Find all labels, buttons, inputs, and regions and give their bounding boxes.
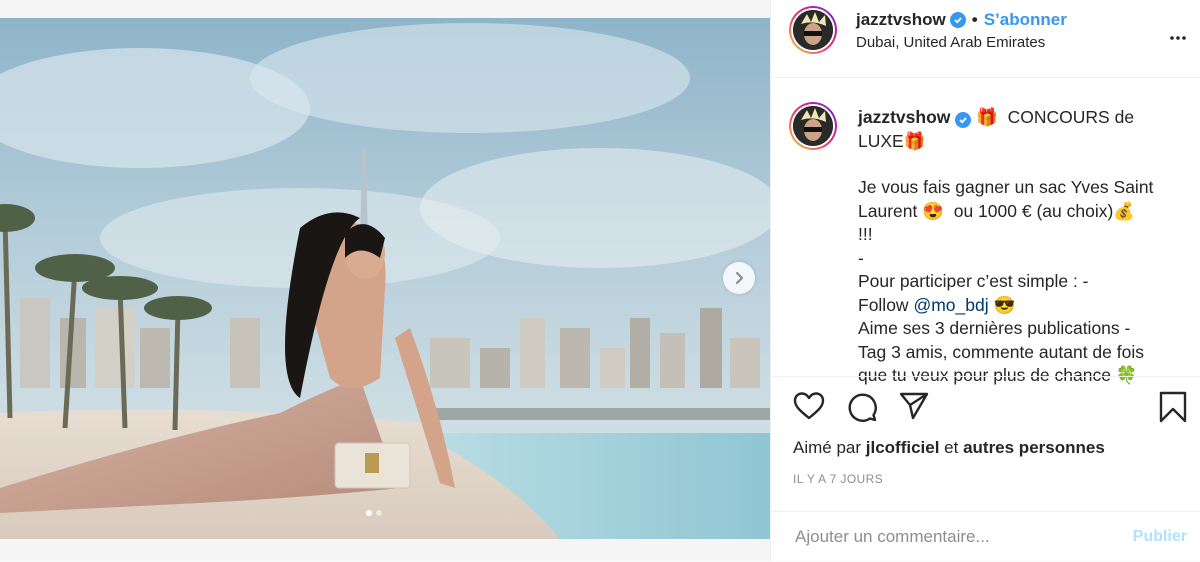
caption-username[interactable]: jazztvshow [858, 107, 950, 127]
caption-follow-word: Follow [858, 294, 914, 315]
likes-middle: et [939, 438, 964, 457]
post-timestamp[interactable]: IL Y A 7 JOURS [793, 472, 883, 486]
likes-others-link[interactable]: autres personnes [963, 438, 1105, 457]
separator-dot: • [971, 10, 978, 29]
caption-text: jazztvshow 🎁 CONCOURS de LUXE🎁 Je vous f… [858, 106, 1158, 388]
post-photo[interactable] [0, 18, 770, 539]
comment-button[interactable] [846, 391, 878, 428]
verified-badge-icon [955, 112, 972, 128]
carousel-indicator [366, 510, 382, 516]
likes-summary: Aimé par jlcofficiel et autres personnes [793, 438, 1105, 458]
caption-avatar[interactable] [789, 102, 837, 150]
follow-button[interactable]: S’abonner [984, 10, 1067, 30]
mention-link[interactable]: @mo_bdj [913, 295, 988, 315]
more-horizontal-icon [1170, 36, 1186, 40]
like-button[interactable] [793, 391, 825, 426]
liker-username[interactable]: jlcofficiel [866, 438, 940, 457]
carousel-dot [376, 510, 382, 516]
next-slide-button[interactable] [723, 262, 755, 294]
verified-badge-icon [949, 12, 966, 28]
publish-button[interactable]: Publier [1133, 528, 1187, 546]
caption-body: Je vous fais gagner un sac Yves Saint La… [858, 177, 1154, 291]
comment-form: Publier [771, 511, 1200, 562]
save-button[interactable] [1159, 391, 1187, 428]
more-options-button[interactable] [1169, 28, 1187, 46]
post-sidebar: jazztvshow • S’abonner Dubai, United Ara… [770, 0, 1200, 561]
likes-prefix: Aimé par [793, 438, 866, 457]
location-link[interactable]: Dubai, United Arab Emirates [856, 34, 1045, 51]
comment-input[interactable] [793, 526, 1097, 548]
share-icon [899, 392, 929, 420]
avatar[interactable] [789, 6, 837, 54]
comment-icon [848, 393, 877, 422]
heart-icon [793, 392, 825, 420]
bookmark-icon [1159, 391, 1187, 423]
chevron-right-icon [735, 271, 744, 285]
post-media [0, 0, 770, 561]
share-button[interactable] [898, 391, 930, 426]
post-header: jazztvshow • S’abonner Dubai, United Ara… [771, 0, 1200, 78]
post-actions: Aimé par jlcofficiel et autres personnes… [771, 376, 1200, 512]
carousel-dot-active [366, 510, 372, 516]
caption-area: jazztvshow 🎁 CONCOURS de LUXE🎁 Je vous f… [771, 96, 1200, 385]
username-link[interactable]: jazztvshow [856, 10, 946, 30]
